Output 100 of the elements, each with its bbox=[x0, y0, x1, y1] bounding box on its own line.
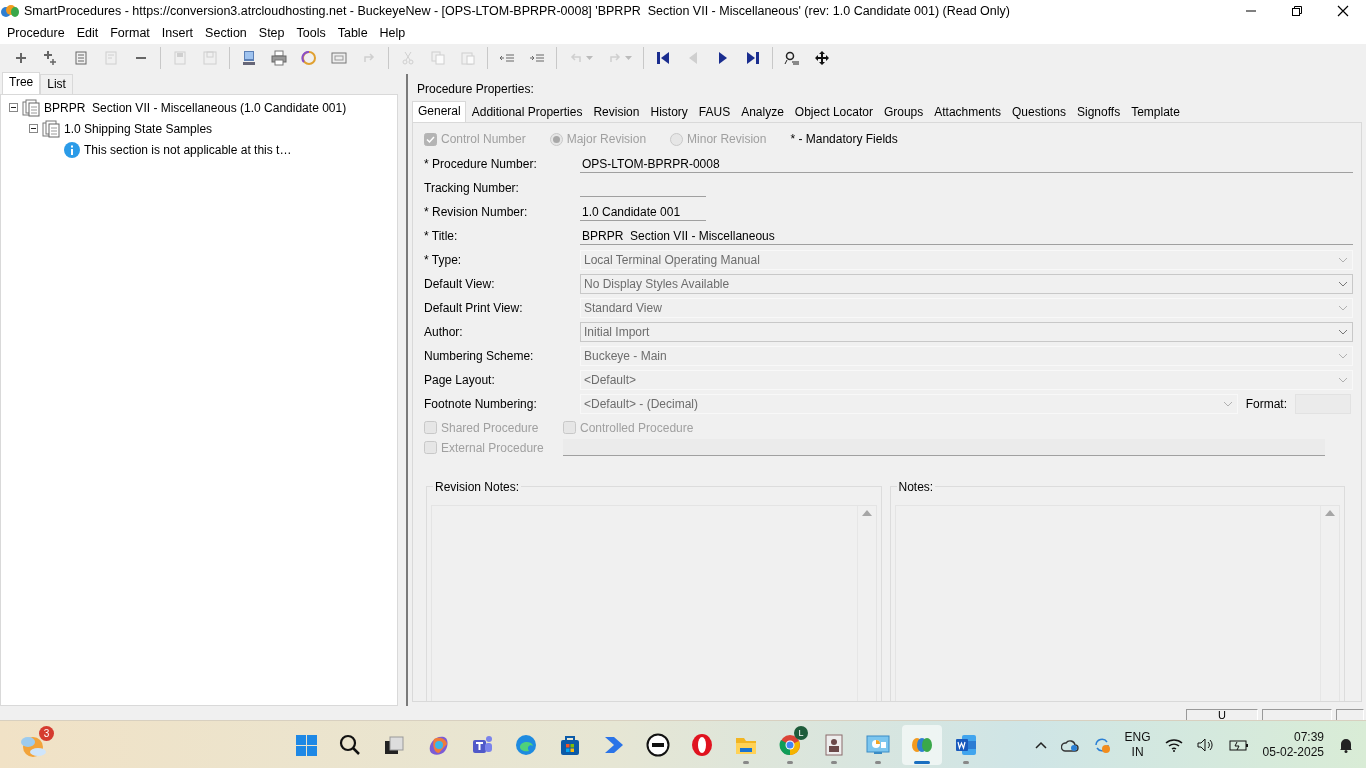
menu-item[interactable]: Procedure bbox=[1, 24, 71, 42]
app-logo-icon bbox=[0, 4, 20, 18]
tab[interactable]: List bbox=[40, 74, 73, 94]
taskbar-button[interactable]: L bbox=[770, 724, 810, 765]
region-code: IN bbox=[1131, 744, 1144, 760]
menu-item[interactable]: Edit bbox=[70, 24, 105, 42]
chevron-down-icon bbox=[1338, 329, 1348, 335]
chevron-down-icon bbox=[1338, 257, 1348, 263]
clock-date: 05-02-2025 bbox=[1262, 744, 1324, 760]
tab[interactable]: Template bbox=[1125, 102, 1185, 122]
option-label: Minor Revision bbox=[687, 132, 767, 146]
computer-icon[interactable] bbox=[241, 50, 257, 66]
notification-badge: 3 bbox=[39, 725, 54, 741]
add-child-icon[interactable] bbox=[43, 50, 59, 66]
bell-icon[interactable] bbox=[1338, 736, 1354, 753]
field-label: Numbering Scheme: bbox=[424, 349, 535, 363]
collapse-icon[interactable] bbox=[9, 103, 18, 112]
menu-item[interactable]: Table bbox=[331, 24, 374, 42]
menu-item[interactable]: Tools bbox=[290, 24, 332, 42]
group-label: Revision Notes: bbox=[433, 480, 522, 494]
tree-item[interactable]: 1.0 Shipping State Samples bbox=[64, 121, 213, 136]
option-label: Major Revision bbox=[566, 132, 647, 146]
tab[interactable]: General bbox=[412, 101, 466, 122]
volume-icon[interactable] bbox=[1196, 737, 1215, 752]
tab[interactable]: Signoffs bbox=[1071, 102, 1126, 122]
document-icon bbox=[42, 119, 60, 138]
scroll-up-icon[interactable] bbox=[1325, 510, 1335, 516]
tree-item[interactable]: This section is not applicable at this t… bbox=[84, 142, 292, 157]
ring-logo-icon bbox=[690, 732, 714, 757]
option-label: Control Number bbox=[441, 132, 526, 146]
tab[interactable]: Tree bbox=[2, 72, 41, 94]
scroll-up-icon[interactable] bbox=[861, 510, 872, 516]
tab[interactable]: Object Locator bbox=[788, 102, 878, 122]
tab[interactable]: Attachments bbox=[928, 102, 1006, 122]
menu-item[interactable]: Step bbox=[252, 24, 291, 42]
dropdown-value: No Display Styles Available bbox=[584, 277, 730, 291]
language-code: ENG bbox=[1124, 729, 1151, 745]
monitor-chart-icon bbox=[866, 732, 890, 757]
portrait-frame-icon bbox=[822, 732, 846, 757]
menu-item[interactable]: Section bbox=[199, 24, 253, 42]
tab[interactable]: Groups bbox=[877, 102, 929, 122]
frame-icon[interactable] bbox=[331, 50, 347, 66]
browser-wave-icon bbox=[514, 732, 538, 757]
dropdown[interactable]: Initial Import bbox=[580, 322, 1353, 342]
dropdown-value: <Default> - (Decimal) bbox=[584, 397, 699, 411]
field-label: Tracking Number: bbox=[424, 181, 520, 195]
menu-item[interactable]: Format bbox=[104, 24, 156, 42]
chevron-down-icon bbox=[1338, 377, 1348, 383]
field-label: * Procedure Number: bbox=[424, 157, 538, 171]
field-label: Author: bbox=[424, 325, 464, 339]
tab[interactable]: FAUS bbox=[692, 102, 736, 122]
field-label: Format: bbox=[1245, 397, 1287, 411]
printer-icon[interactable] bbox=[271, 50, 287, 66]
search-icon bbox=[338, 732, 362, 757]
tab[interactable]: History bbox=[644, 102, 693, 122]
last-icon[interactable] bbox=[745, 50, 761, 66]
language-indicator[interactable]: ENG IN bbox=[1124, 729, 1151, 760]
collapse-icon[interactable] bbox=[29, 124, 38, 133]
menu-item[interactable]: Help bbox=[373, 24, 412, 42]
list-icon[interactable] bbox=[73, 50, 89, 66]
dropdown-value: Buckeye - Main bbox=[584, 349, 667, 363]
battery-icon[interactable] bbox=[1228, 737, 1249, 752]
find-icon[interactable] bbox=[784, 50, 800, 66]
restore-icon[interactable] bbox=[1291, 5, 1303, 17]
close-icon[interactable] bbox=[1337, 5, 1349, 17]
tree-item[interactable]: BPRPR Section VII - Miscellaneous (1.0 Candidate 001) bbox=[44, 100, 347, 115]
mandatory-note: * - Mandatory Fields bbox=[790, 132, 898, 146]
field-label: * Revision Number: bbox=[424, 205, 529, 219]
tab[interactable]: Additional Properties bbox=[465, 102, 588, 122]
first-icon[interactable] bbox=[655, 50, 671, 66]
tab[interactable]: Revision bbox=[587, 102, 645, 122]
menu-item[interactable]: Insert bbox=[155, 24, 200, 42]
chevron-down-icon bbox=[1338, 281, 1348, 287]
checkbox-label: External Procedure bbox=[441, 440, 544, 455]
tab[interactable]: Questions bbox=[1005, 102, 1071, 122]
dropdown-value: Standard View bbox=[584, 301, 662, 315]
ring-icon[interactable] bbox=[301, 50, 317, 66]
cloud-sync-icon[interactable] bbox=[1060, 737, 1079, 752]
checkbox-label: Shared Procedure bbox=[441, 420, 539, 435]
field-label: * Title: bbox=[424, 229, 459, 243]
tab[interactable]: Analyze bbox=[735, 102, 789, 122]
browser-circle-icon bbox=[778, 732, 802, 757]
clock[interactable]: 07:39 05-02-2025 bbox=[1262, 729, 1324, 760]
clock-time: 07:39 bbox=[1293, 729, 1324, 745]
field-label: * Type: bbox=[424, 253, 463, 267]
document-app-icon bbox=[954, 732, 978, 757]
dropdown[interactable]: No Display Styles Available bbox=[580, 274, 1353, 294]
info-icon bbox=[64, 141, 80, 158]
input-field[interactable] bbox=[563, 439, 1325, 456]
add-icon[interactable] bbox=[13, 50, 29, 66]
move-icon[interactable] bbox=[814, 50, 830, 66]
dropdown-value: Initial Import bbox=[584, 325, 650, 339]
wifi-icon[interactable] bbox=[1164, 737, 1183, 752]
dropdown-value: <Default> bbox=[584, 373, 637, 387]
field-label: Default Print View: bbox=[424, 301, 524, 315]
group-label: Notes: bbox=[896, 480, 936, 494]
chevron-up-icon[interactable] bbox=[1034, 740, 1047, 749]
chevron-down-icon bbox=[1338, 353, 1348, 359]
dropdown-value: Local Terminal Operating Manual bbox=[584, 253, 760, 267]
window-title: SmartProcedures - https://conversion3.atrcloudhosting.net - BuckeyeNew - [OPS-LTOM-BPRPR-0008] 'BPRPR Section VII - Miscellaneous' (rev: 1.0 Candidate 001) (Read Only) bbox=[24, 4, 1011, 18]
